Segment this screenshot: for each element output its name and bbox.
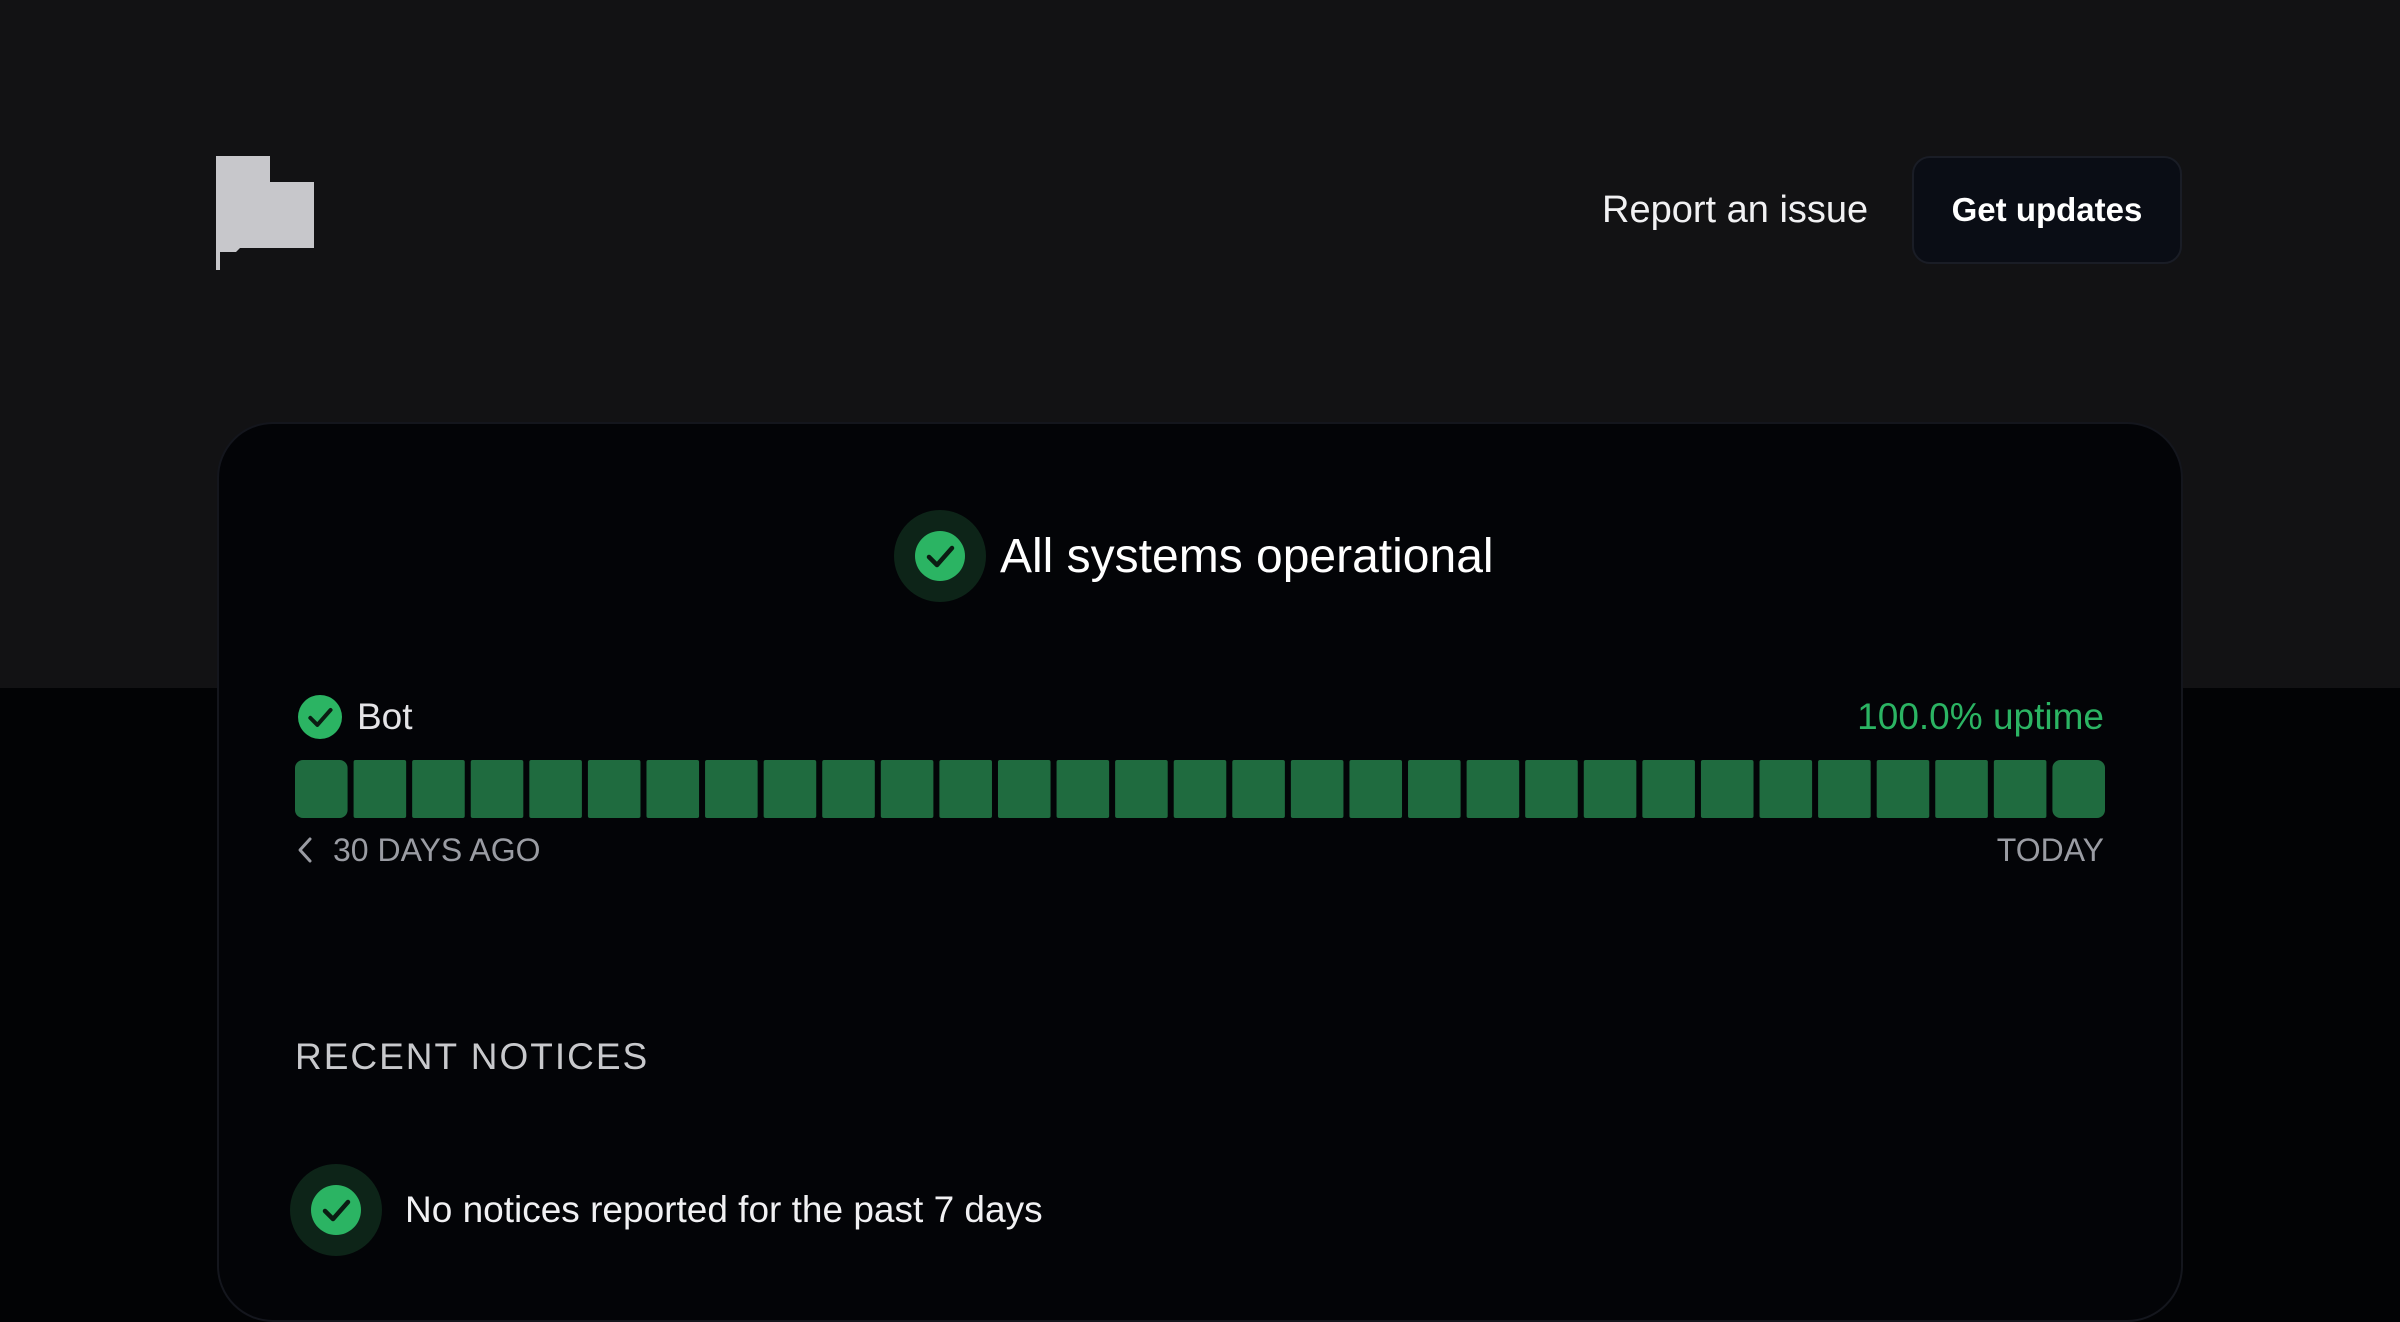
uptime-day-bar[interactable] [1525, 760, 1578, 818]
uptime-day-bar[interactable] [1700, 760, 1754, 818]
axis-start[interactable]: 30 DAYS AGO [295, 830, 541, 870]
check-circle-icon [298, 695, 342, 739]
component-uptime: 100.0% uptime [1857, 696, 2104, 737]
notice-empty-text: No notices reported for the past 7 days [405, 1189, 1043, 1230]
uptime-day-bar[interactable] [470, 760, 524, 818]
chevron-left-icon[interactable] [295, 836, 315, 864]
uptime-day-bar[interactable] [529, 760, 582, 818]
site-header: Report an issue Get updates [0, 0, 2400, 300]
uptime-day-bar[interactable] [1056, 760, 1110, 818]
uptime-day-bar[interactable] [587, 760, 641, 818]
uptime-day-bar[interactable] [880, 760, 934, 818]
overall-status-title: All systems operational [1000, 529, 1494, 583]
uptime-day-bar[interactable] [1232, 760, 1285, 818]
uptime-day-bar[interactable] [1290, 760, 1344, 818]
uptime-day-bar[interactable] [1349, 760, 1403, 818]
uptime-day-bar[interactable] [412, 760, 465, 818]
uptime-day-bar[interactable] [822, 760, 875, 818]
uptime-day-bar[interactable] [1818, 760, 1871, 818]
uptime-day-bar[interactable] [1876, 760, 1930, 818]
axis-end-label: TODAY [1996, 832, 2104, 868]
uptime-day-bar[interactable] [353, 760, 407, 818]
uptime-day-bar[interactable] [1115, 760, 1168, 818]
recent-notices-heading: RECENT NOTICES [295, 1036, 650, 1077]
axis-start-label: 30 DAYS AGO [333, 831, 541, 868]
get-updates-button[interactable]: Get updates [1912, 156, 2182, 264]
uptime-bar-chart [295, 760, 2105, 818]
uptime-day-bar[interactable] [763, 760, 817, 818]
uptime-day-bar[interactable] [1993, 760, 2047, 818]
uptime-day-bar[interactable] [1408, 760, 1461, 818]
uptime-day-bar[interactable] [1642, 760, 1695, 818]
uptime-day-bar[interactable] [1583, 760, 1637, 818]
flag-icon[interactable] [214, 154, 316, 270]
uptime-day-bar[interactable] [2052, 760, 2105, 818]
uptime-day-bar[interactable] [1935, 760, 1988, 818]
check-circle-icon [290, 1164, 382, 1256]
uptime-day-bar[interactable] [939, 760, 992, 818]
uptime-day-bar[interactable] [997, 760, 1051, 818]
report-issue-link[interactable]: Report an issue [1602, 184, 1868, 236]
uptime-day-bar[interactable] [1466, 760, 1520, 818]
check-circle-icon [894, 510, 986, 602]
uptime-day-bar[interactable] [295, 760, 348, 818]
component-name: Bot [357, 696, 413, 737]
overall-status: All systems operational [894, 510, 1494, 602]
uptime-day-bar[interactable] [1173, 760, 1227, 818]
uptime-day-bar[interactable] [1759, 760, 1813, 818]
uptime-day-bar[interactable] [646, 760, 700, 818]
uptime-day-bar[interactable] [705, 760, 758, 818]
